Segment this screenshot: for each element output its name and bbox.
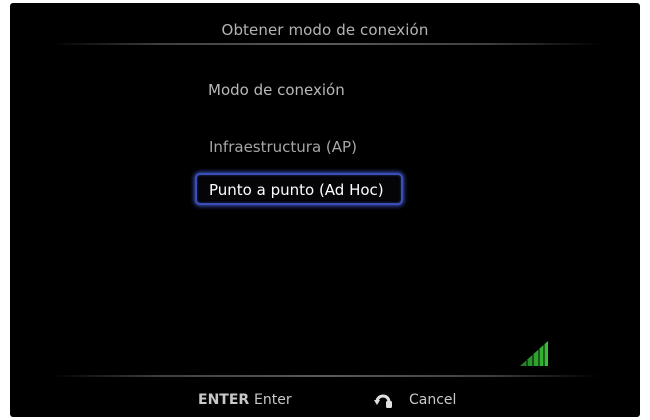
- tv-screen: Obtener modo de conexión Modo de conexió…: [10, 3, 640, 417]
- enter-action-label[interactable]: Enter: [254, 392, 292, 408]
- return-arrow-icon[interactable]: [373, 388, 393, 410]
- option-ad-hoc[interactable]: Punto a punto (Ad Hoc): [195, 173, 403, 205]
- menu-heading: Modo de conexión: [208, 81, 345, 99]
- enter-key-label: ENTER: [198, 392, 250, 408]
- title-divider: [50, 43, 600, 45]
- button-hint-bar: ENTER Enter Cancel: [10, 388, 640, 412]
- screen-title: Obtener modo de conexión: [221, 21, 429, 39]
- option-infraestructura[interactable]: Infraestructura (AP): [195, 130, 403, 162]
- signal-strength-icon: [520, 341, 548, 366]
- cancel-action-label[interactable]: Cancel: [409, 392, 456, 408]
- footer-divider: [50, 375, 600, 377]
